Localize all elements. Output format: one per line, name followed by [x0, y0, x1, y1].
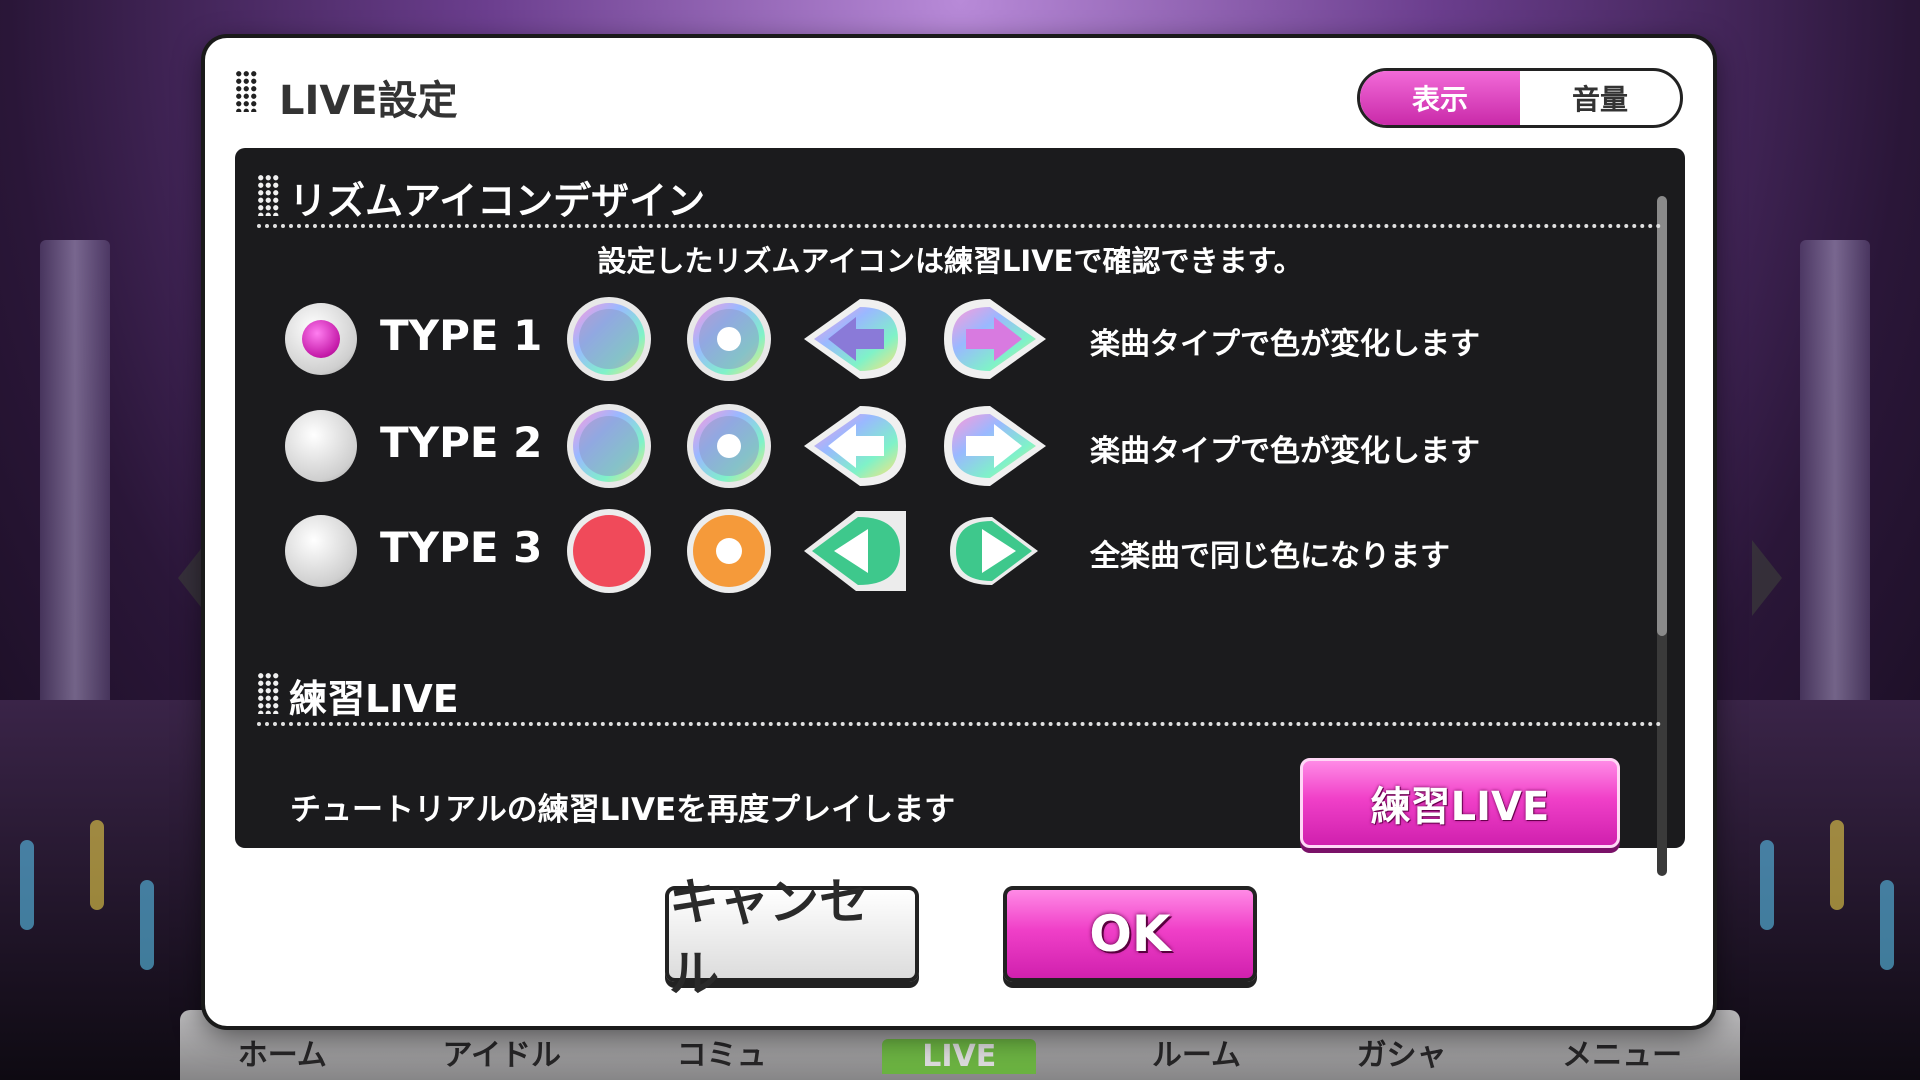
- type2-icon-set: [565, 400, 1065, 492]
- crowd-glowstick: [1880, 880, 1894, 970]
- type-label: TYPE 3: [380, 523, 543, 572]
- settings-tab-switch: 表示 音量: [1357, 68, 1683, 128]
- live-settings-dialog: LIVE設定 表示 音量 リズムアイコンデザイン 設定したリズムアイコンは練習L…: [205, 38, 1713, 1026]
- flick-left-note-icon: [804, 511, 906, 591]
- type-option-1[interactable]: TYPE 1 楽曲タイプで色が変化します: [285, 293, 1665, 385]
- section-grip-icon: [257, 672, 279, 714]
- settings-panel: リズムアイコンデザイン 設定したリズムアイコンは練習LIVEで確認できます。 T…: [235, 148, 1685, 876]
- flick-right-note-icon: [950, 517, 1038, 585]
- nav-item-live[interactable]: LIVE: [882, 1039, 1037, 1074]
- practice-section-header: 練習LIVE: [257, 668, 1662, 726]
- tab-volume[interactable]: 音量: [1520, 71, 1680, 125]
- hold-note-icon: [687, 509, 771, 593]
- nav-item-room[interactable]: ルーム: [1152, 1030, 1241, 1074]
- type-description: 楽曲タイプで色が変化します: [1090, 327, 1480, 362]
- radio-selected-dot: [302, 320, 340, 358]
- background-pillar: [1800, 240, 1870, 710]
- practice-section-title: 練習LIVE: [289, 677, 459, 721]
- nav-item-gacha[interactable]: ガシャ: [1357, 1030, 1447, 1074]
- crowd-glowstick: [1760, 840, 1774, 930]
- rhythm-section-header: リズムアイコンデザイン: [257, 170, 1662, 228]
- type3-radio[interactable]: [285, 515, 357, 587]
- type-option-2[interactable]: TYPE 2 楽曲タイプで色が変化します: [285, 400, 1665, 492]
- page-back-arrow-icon[interactable]: [178, 540, 208, 616]
- type3-icon-set: [565, 505, 1065, 597]
- background-pillar: [40, 240, 110, 710]
- practice-live-button[interactable]: 練習LIVE: [1300, 758, 1620, 848]
- crowd-glowstick: [90, 820, 104, 910]
- type-option-3[interactable]: TYPE 3 全楽曲で同じ色になります: [285, 505, 1665, 597]
- rhythm-section-title: リズムアイコンデザイン: [289, 179, 706, 223]
- practice-description: チュートリアルの練習LIVEを再度プレイします: [290, 792, 956, 828]
- type-description: 全楽曲で同じ色になります: [1090, 539, 1450, 574]
- title-grip-icon: [235, 70, 257, 112]
- page-forward-arrow-icon[interactable]: [1752, 540, 1782, 616]
- flick-left-note-icon: [804, 406, 906, 486]
- tap-note-icon: [567, 509, 651, 593]
- flick-right-note-icon: [944, 299, 1046, 379]
- crowd-glowstick: [1830, 820, 1844, 910]
- tab-display[interactable]: 表示: [1360, 71, 1520, 125]
- tap-note-icon: [567, 404, 651, 488]
- flick-left-note-icon: [804, 299, 906, 379]
- nav-item-menu[interactable]: メニュー: [1562, 1030, 1682, 1074]
- ok-button[interactable]: OK: [1003, 886, 1257, 982]
- crowd-glowstick: [20, 840, 34, 930]
- type1-icon-set: [565, 293, 1065, 385]
- type1-radio[interactable]: [285, 303, 357, 375]
- type-label: TYPE 1: [380, 311, 543, 360]
- nav-item-commu[interactable]: コミュ: [677, 1030, 767, 1074]
- hold-note-icon: [687, 404, 771, 488]
- nav-item-home[interactable]: ホーム: [238, 1030, 327, 1074]
- nav-item-idol[interactable]: アイドル: [443, 1030, 562, 1074]
- crowd-glowstick: [140, 880, 154, 970]
- rhythm-note: 設定したリズムアイコンは練習LIVEで確認できます。: [597, 244, 1303, 278]
- cancel-button[interactable]: キャンセル: [665, 873, 919, 1003]
- type-label: TYPE 2: [380, 418, 543, 467]
- tap-note-icon: [567, 297, 651, 381]
- type-description: 楽曲タイプで色が変化します: [1090, 434, 1480, 469]
- flick-right-note-icon: [944, 406, 1046, 486]
- hold-note-icon: [687, 297, 771, 381]
- section-grip-icon: [257, 174, 279, 216]
- type2-radio[interactable]: [285, 410, 357, 482]
- dialog-title: LIVE設定: [279, 78, 458, 124]
